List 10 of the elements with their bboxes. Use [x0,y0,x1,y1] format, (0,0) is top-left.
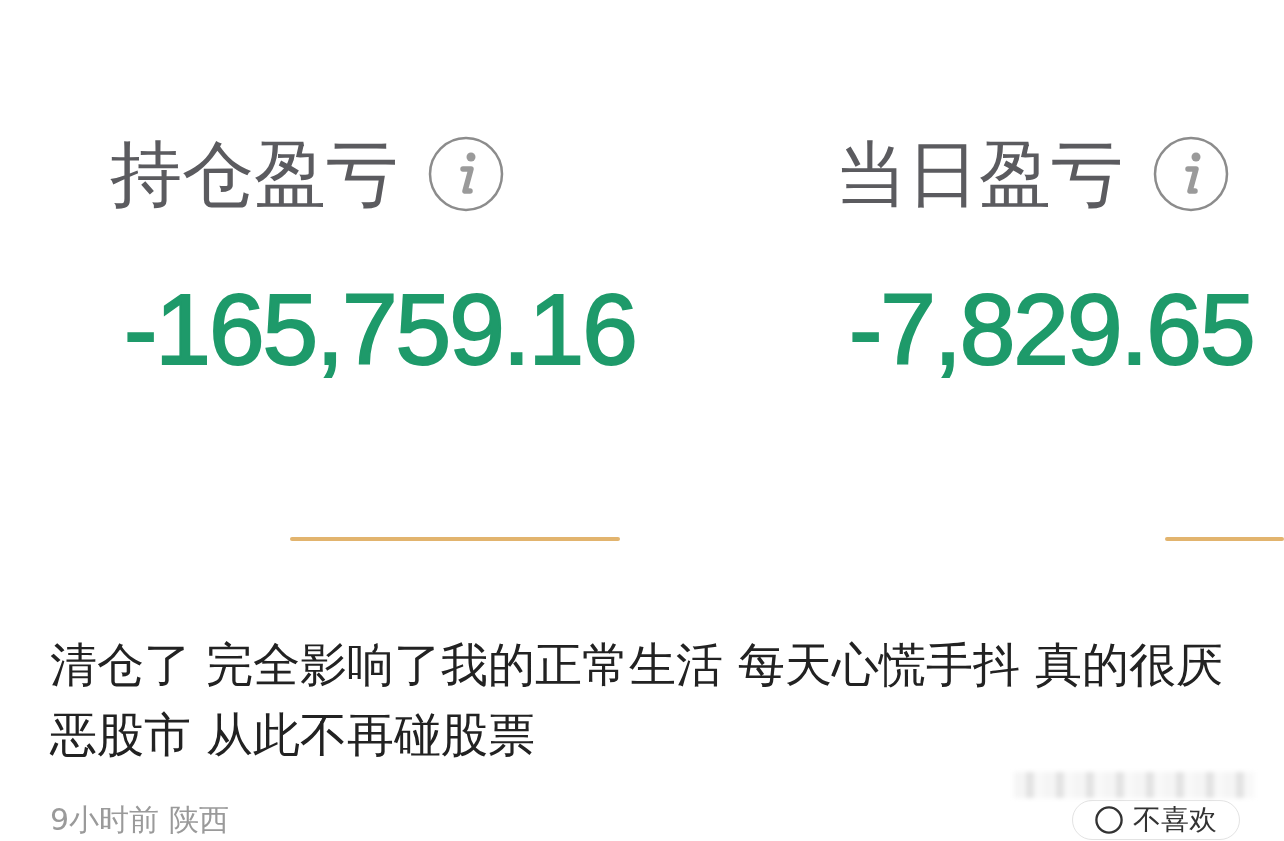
metric-label: 持仓盈亏 [110,138,398,210]
dislike-button[interactable]: 不喜欢 [1072,800,1240,840]
metric-value: -7,829.65 [849,279,1254,379]
info-icon[interactable] [1153,136,1229,212]
info-icon[interactable] [428,136,504,212]
metric-label: 当日盈亏 [835,138,1123,210]
post-text: 清仓了 完全影响了我的正常生活 每天心慌手抖 真的很厌恶股市 从此不再碰股票 [50,636,1224,764]
post-meta: 9小时前 陕西 [50,801,229,839]
metric-value: -165,759.16 [124,279,636,379]
circle-icon [1095,806,1123,834]
